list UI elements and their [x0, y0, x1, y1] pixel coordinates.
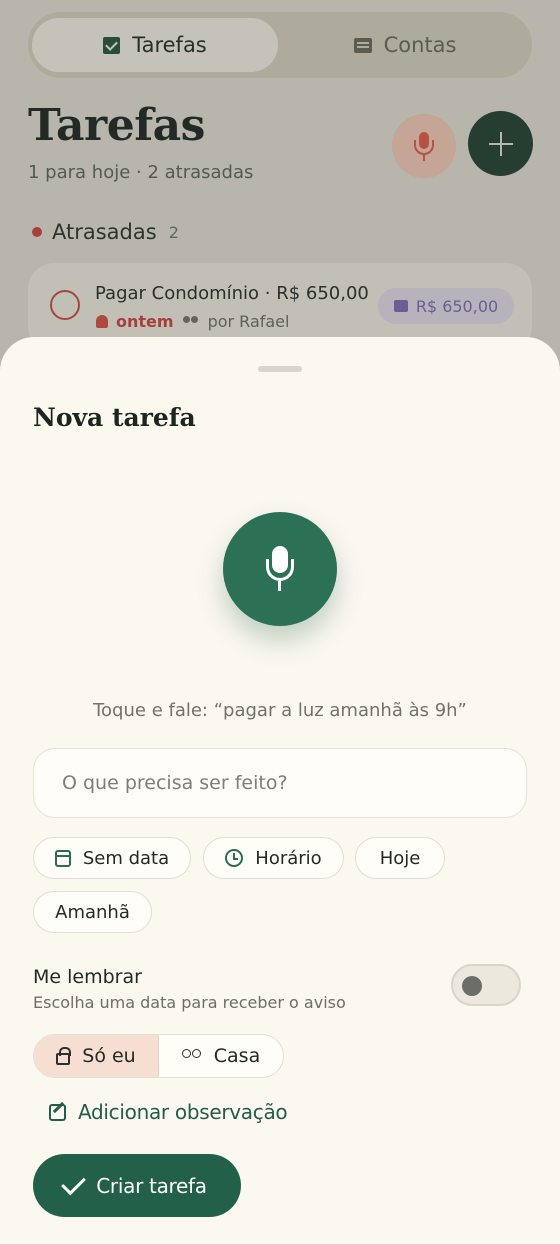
amount-badge: R$ 650,00 — [378, 288, 514, 324]
message-icon — [353, 37, 372, 53]
tab-label: Contas — [383, 33, 457, 57]
create-task-label: Criar tarefa — [96, 1173, 207, 1198]
checkbox-icon — [103, 36, 121, 54]
drag-handle[interactable] — [258, 366, 302, 372]
add-note-link[interactable]: Adicionar observação — [49, 1100, 288, 1124]
tab-contas[interactable]: Contas — [282, 18, 528, 72]
section-label: Atrasadas — [52, 220, 157, 244]
today-chip[interactable]: Hoje — [355, 837, 445, 879]
clock-icon — [225, 849, 244, 867]
tomorrow-chip[interactable]: Amanhã — [33, 891, 152, 933]
reminder-label: Me lembrar — [33, 966, 142, 988]
visibility-selector: Só eu Casa — [33, 1034, 284, 1078]
task-due: ontem — [116, 312, 174, 331]
reminder-description: Escolha uma data para receber o aviso — [33, 993, 346, 1012]
edit-icon — [49, 1103, 66, 1121]
house-option[interactable]: Casa — [159, 1035, 283, 1077]
new-task-sheet: Nova tarefa Toque e fale: “pagar a luz a… — [0, 337, 560, 1244]
task-complete-checkbox[interactable] — [50, 290, 80, 320]
page-title: Tarefas — [28, 100, 205, 151]
section-count: 2 — [168, 222, 179, 242]
voice-hint: Toque e fale: “pagar a luz amanhã às 9h” — [93, 700, 467, 721]
toggle-knob — [462, 976, 482, 996]
reminder-toggle[interactable] — [451, 964, 521, 1006]
task-meta: ontem por Rafael — [96, 312, 289, 331]
tab-bar: Tarefas Contas — [28, 12, 532, 78]
voice-record-button[interactable] — [223, 512, 337, 626]
calendar-icon — [54, 849, 71, 867]
task-author: por Rafael — [207, 312, 290, 331]
page-subtitle: 1 para hoje · 2 atrasadas — [28, 162, 254, 183]
amount-value: R$ 650,00 — [415, 296, 499, 316]
time-chip[interactable]: Horário — [203, 837, 344, 879]
create-task-button[interactable]: Criar tarefa — [33, 1154, 241, 1217]
option-label: Só eu — [82, 1045, 136, 1067]
only-me-option[interactable]: Só eu — [34, 1035, 159, 1077]
bell-icon — [96, 315, 108, 328]
task-title: Pagar Condomínio · R$ 650,00 — [95, 283, 369, 304]
add-task-button[interactable] — [468, 111, 533, 176]
message-icon — [393, 300, 408, 312]
add-note-label: Adicionar observação — [78, 1100, 288, 1124]
group-icon — [181, 1049, 202, 1063]
chip-label: Sem data — [82, 847, 170, 869]
no-date-chip[interactable]: Sem data — [33, 837, 191, 879]
microphone-icon — [413, 131, 435, 161]
tab-label: Tarefas — [132, 33, 207, 57]
tab-tarefas[interactable]: Tarefas — [32, 18, 278, 72]
microphone-icon — [264, 546, 296, 592]
check-icon — [61, 1170, 87, 1195]
chip-label: Hoje — [379, 847, 421, 869]
sheet-title: Nova tarefa — [33, 403, 196, 432]
people-icon — [182, 315, 200, 328]
option-label: Casa — [213, 1045, 261, 1067]
task-title-input[interactable] — [33, 748, 527, 818]
section-header-overdue: Atrasadas 2 — [32, 220, 179, 244]
lock-icon — [56, 1046, 72, 1065]
plus-icon — [488, 131, 513, 156]
chip-label: Amanhã — [55, 901, 130, 923]
voice-button[interactable] — [392, 114, 456, 178]
chip-label: Horário — [255, 847, 322, 869]
status-dot — [32, 227, 42, 237]
